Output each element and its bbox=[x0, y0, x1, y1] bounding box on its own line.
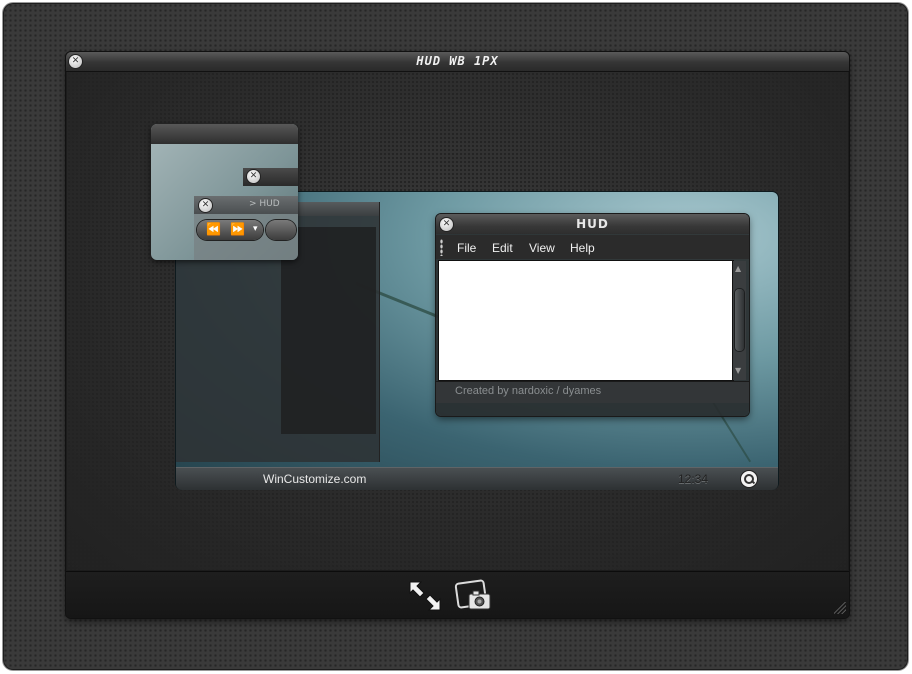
hud-window: ✕ HUD File Edit View Help ▲ ▼ Created by… bbox=[436, 214, 749, 416]
close-icon: ✕ bbox=[199, 199, 212, 212]
close-icon: ✕ bbox=[247, 170, 260, 183]
mini-window-titlebar bbox=[151, 124, 298, 144]
grip-icon bbox=[440, 239, 443, 256]
window-title: HUD WB 1PX bbox=[416, 54, 499, 68]
hud-statusbar: Created by nardoxic / dyames bbox=[436, 381, 749, 403]
preview-titlebar[interactable]: ✕ HUD WB 1PX bbox=[66, 52, 849, 72]
hud-title: HUD bbox=[576, 217, 609, 231]
taskbar-label: WinCustomize.com bbox=[263, 472, 367, 486]
credits-text: Created by nardoxic / dyames bbox=[455, 385, 602, 397]
menu-view[interactable]: View bbox=[529, 241, 555, 255]
scrollbar-thumb[interactable] bbox=[735, 289, 744, 351]
fast-forward-icon: ⏩ bbox=[230, 222, 245, 236]
hud-menubar: File Edit View Help bbox=[436, 235, 749, 259]
hud-scrollbar[interactable]: ▲ ▼ bbox=[732, 261, 746, 380]
stacked-window-titlebar: ✕ > HUD bbox=[194, 196, 298, 214]
scroll-down-icon[interactable]: ▼ bbox=[735, 366, 741, 375]
search-icon[interactable] bbox=[741, 471, 757, 487]
scroll-up-icon[interactable]: ▲ bbox=[735, 264, 741, 273]
taskbar: WinCustomize.com 12:34 bbox=[176, 467, 778, 490]
resize-grip-icon[interactable] bbox=[834, 602, 846, 614]
menu-file[interactable]: File bbox=[457, 241, 476, 255]
menu-help[interactable]: Help bbox=[570, 241, 595, 255]
chevron-down-icon: ▾ bbox=[253, 224, 258, 234]
hud-titlebar[interactable]: ✕ HUD bbox=[436, 214, 749, 234]
stacked-window-label: > HUD bbox=[249, 199, 280, 209]
hud-text-area[interactable] bbox=[438, 260, 734, 381]
camera-control-icon bbox=[266, 220, 296, 240]
stacked-window: ✕ bbox=[243, 168, 298, 186]
camera-screenshot-icon[interactable] bbox=[453, 577, 493, 613]
rewind-icon: ⏪ bbox=[206, 222, 221, 236]
menu-edit[interactable]: Edit bbox=[492, 241, 513, 255]
expand-arrows-icon[interactable] bbox=[407, 580, 443, 612]
media-controls: ⏪ ⏩ ▾ bbox=[197, 220, 263, 240]
mini-window: ✕ ✕ > HUD ⏪ ⏩ ▾ bbox=[151, 124, 298, 260]
taskbar-clock: 12:34 bbox=[678, 472, 709, 486]
